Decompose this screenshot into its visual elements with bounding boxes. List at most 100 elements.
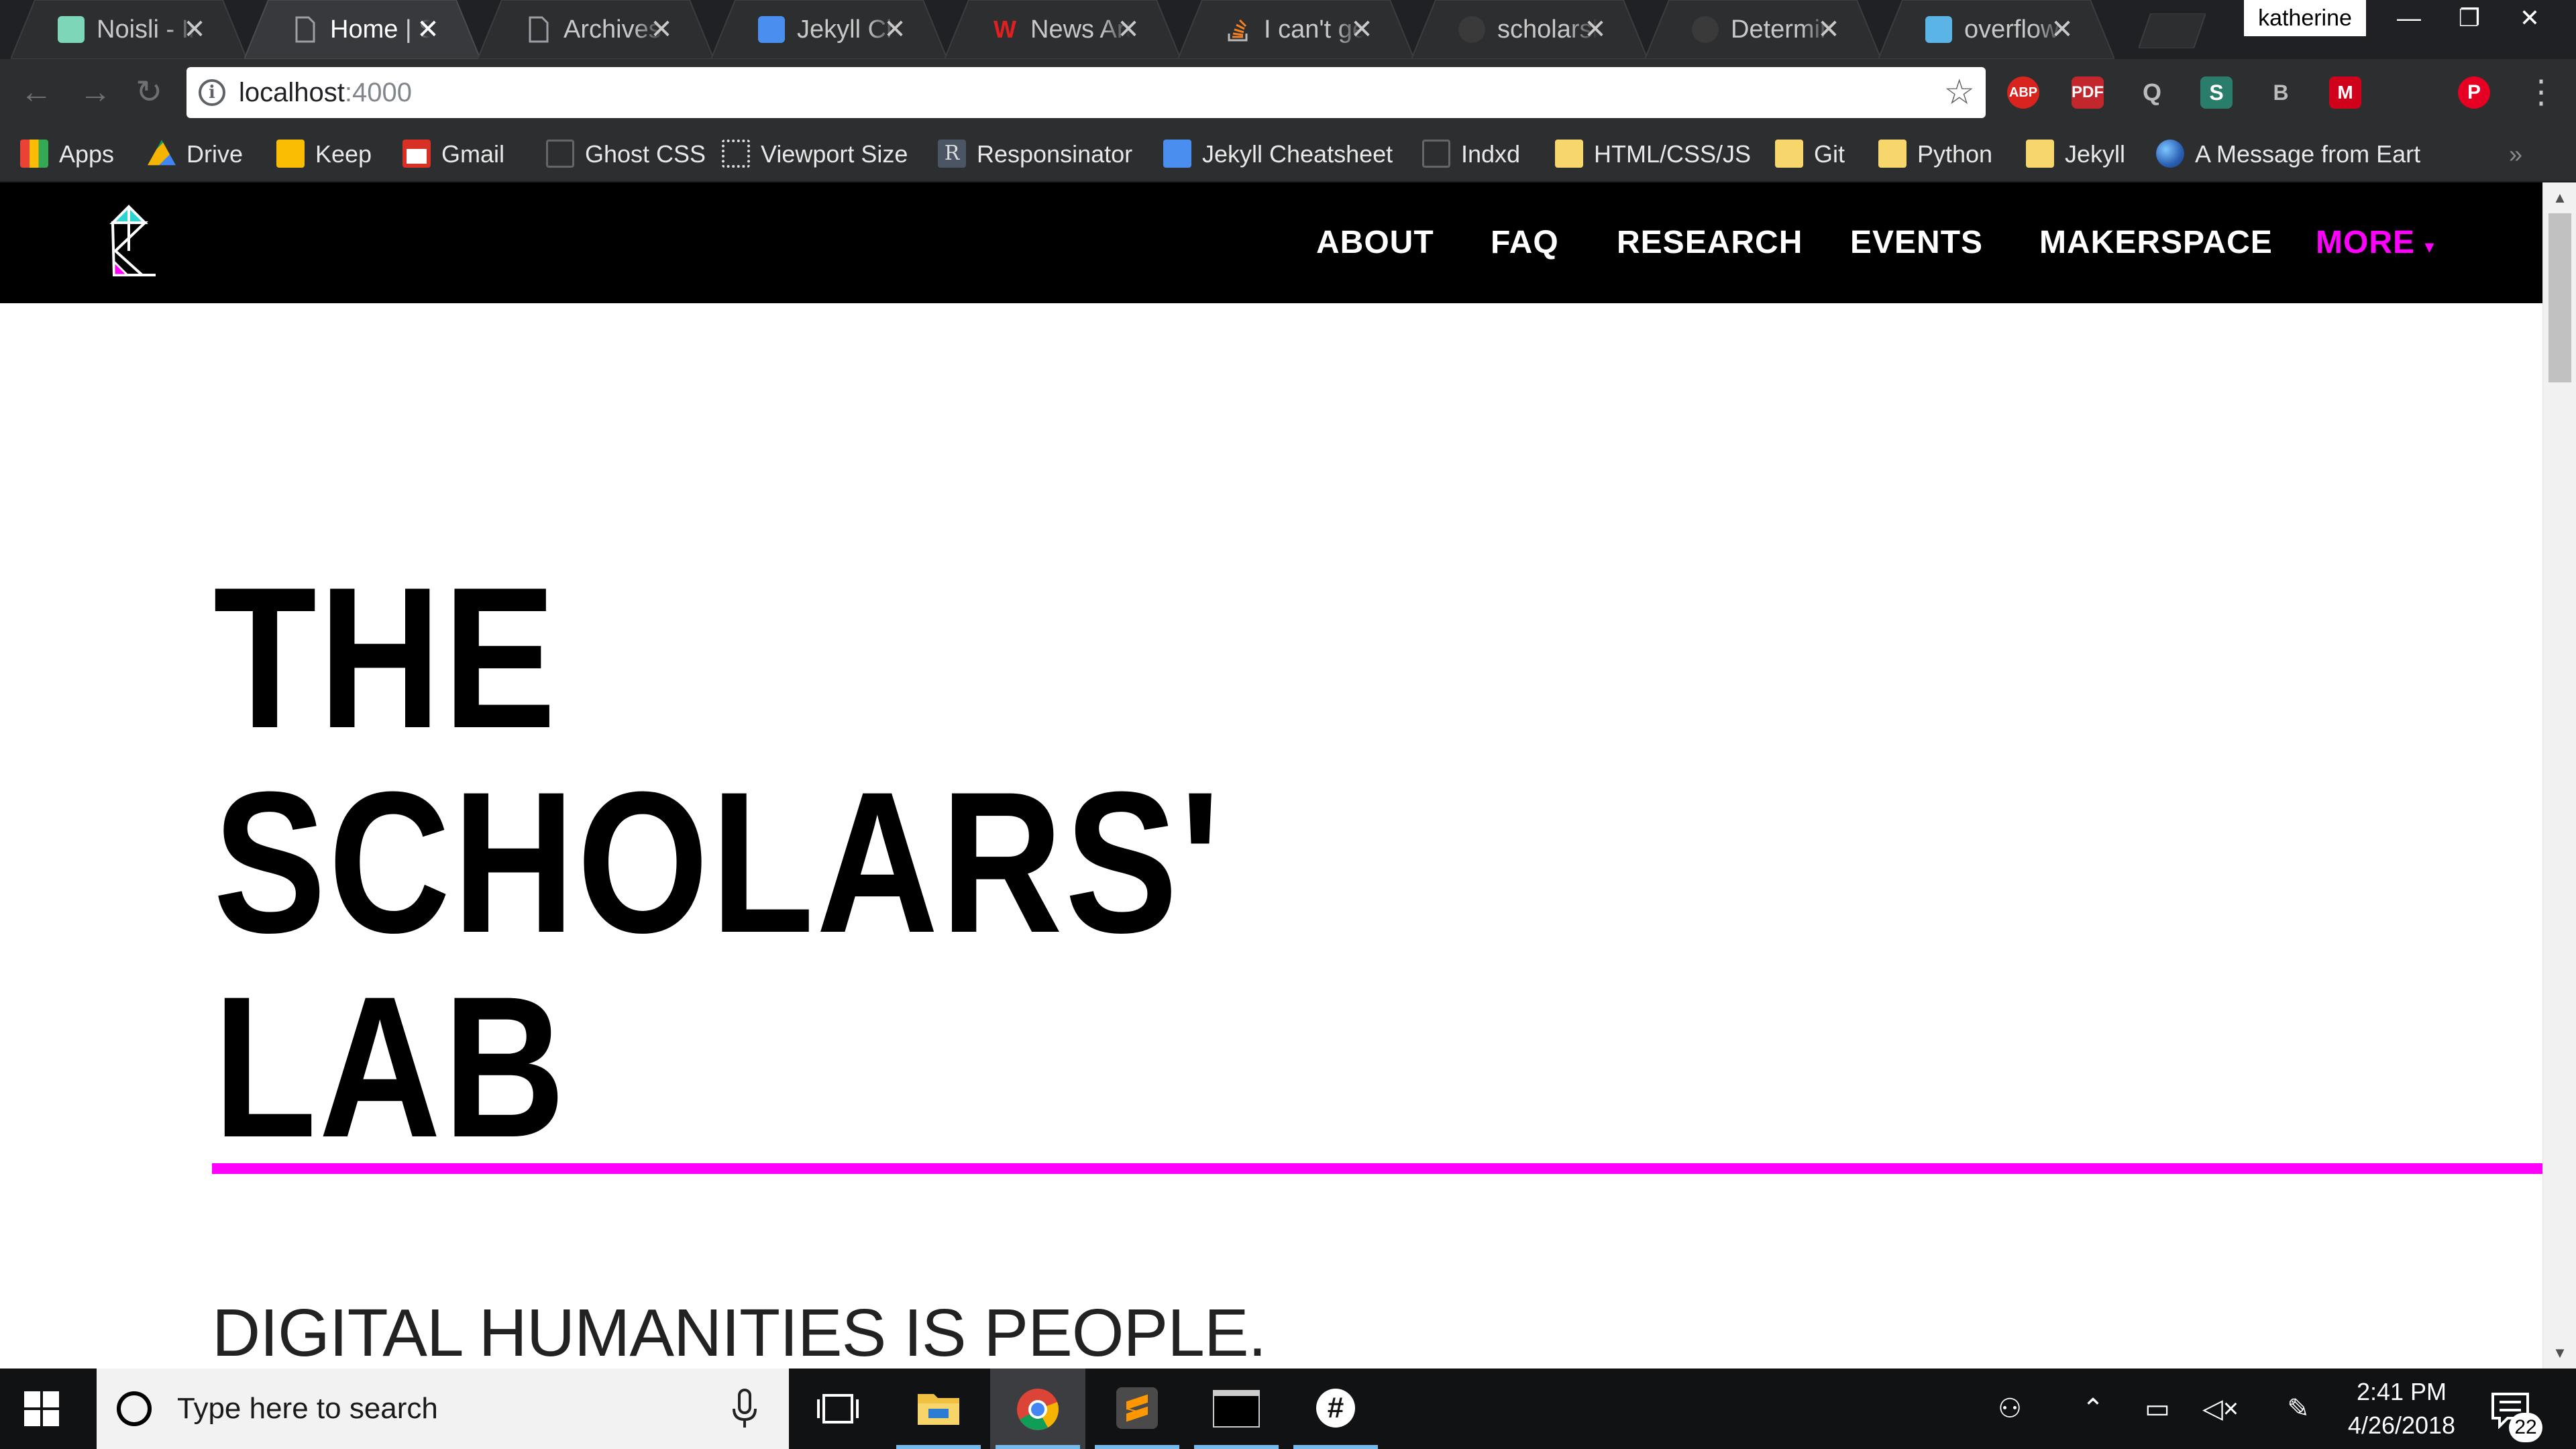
- bookmark-jekyll-cheatsheet[interactable]: Jekyll Cheatsheet: [1163, 137, 1393, 172]
- tab-jekyll-cheatsheet[interactable]: Jekyll Che ✕: [711, 0, 947, 59]
- close-icon[interactable]: ✕: [1582, 15, 1609, 44]
- bookmark-keep[interactable]: Keep: [276, 137, 372, 172]
- stylus-icon[interactable]: S: [2200, 76, 2233, 109]
- nav-more[interactable]: MORE ▾: [2316, 223, 2434, 263]
- tab-github-determine[interactable]: Determine ✕: [1645, 0, 1881, 59]
- nav-about[interactable]: ABOUT: [1316, 223, 1434, 263]
- tab-news-article[interactable]: W News Artic ✕: [945, 0, 1181, 59]
- bookmark-star-icon[interactable]: ☆: [1943, 71, 1975, 114]
- taskbar-chrome[interactable]: [990, 1368, 1085, 1449]
- new-tab-button[interactable]: [2139, 13, 2206, 48]
- running-indicator: [1095, 1445, 1179, 1449]
- browser-toolbar: ← → ↻ i localhost:4000 ☆ ABP PDF Q S B M…: [0, 59, 2576, 126]
- scroll-down-icon[interactable]: ▼: [2543, 1338, 2576, 1368]
- scroll-up-icon[interactable]: ▲: [2543, 182, 2576, 213]
- running-indicator: [1293, 1445, 1378, 1449]
- volume-muted-icon[interactable]: ◁×: [2200, 1391, 2241, 1426]
- page-icon: [1422, 140, 1450, 168]
- bookmark-apps[interactable]: Apps: [20, 137, 114, 172]
- bookmarks-bar: Apps Drive Keep Gmail Ghost CSS Viewport…: [0, 126, 2576, 182]
- whatfont-icon[interactable]: Q: [2136, 76, 2168, 109]
- address-bar[interactable]: i localhost:4000 ☆: [186, 67, 1986, 118]
- folder-icon: [1775, 140, 1803, 168]
- bookmark-folder-jekyll[interactable]: Jekyll: [2026, 137, 2125, 172]
- bookmark-label: Drive: [186, 140, 244, 168]
- profile-button[interactable]: katherine: [2244, 0, 2366, 36]
- bookmark-label: Responsinator: [977, 140, 1133, 168]
- battery-icon[interactable]: ▭: [2137, 1391, 2178, 1426]
- bookmark-drive[interactable]: Drive: [148, 137, 243, 172]
- minimize-icon[interactable]: —: [2379, 0, 2439, 36]
- slack-icon: #: [1316, 1389, 1355, 1428]
- close-icon[interactable]: ✕: [181, 15, 208, 44]
- bookmark-label: Indxd: [1461, 140, 1521, 168]
- bulb-icon[interactable]: B: [2265, 76, 2297, 109]
- people-icon[interactable]: ⚇: [1990, 1391, 2030, 1426]
- close-icon[interactable]: ✕: [1815, 15, 1842, 44]
- close-icon[interactable]: ✕: [881, 15, 908, 44]
- hero-line: LAB: [213, 954, 568, 1179]
- tab-github-scholarslab[interactable]: scholarslal ✕: [1411, 0, 1648, 59]
- back-arrow-icon[interactable]: ←: [15, 71, 58, 114]
- pinterest-icon[interactable]: P: [2458, 76, 2490, 109]
- bookmarks-overflow-button[interactable]: »: [2509, 137, 2522, 172]
- pocket-icon[interactable]: M: [2329, 76, 2361, 109]
- bookmark-viewport-size[interactable]: Viewport Size: [722, 137, 908, 172]
- sublime-text-icon: [1116, 1387, 1158, 1429]
- clock-date[interactable]: 4/26/2018: [2337, 1409, 2466, 1442]
- close-icon[interactable]: ✕: [415, 15, 441, 44]
- nav-events[interactable]: EVENTS: [1850, 223, 1983, 263]
- notification-count-badge: 22: [2509, 1413, 2542, 1442]
- chevron-down-icon: ▾: [2424, 236, 2435, 257]
- tab-home-scholars-lab[interactable]: Home | Sc ✕: [244, 0, 480, 59]
- running-indicator: [1194, 1445, 1279, 1449]
- close-icon[interactable]: ✕: [1115, 15, 1142, 44]
- bookmark-ghost-css[interactable]: Ghost CSS: [546, 137, 706, 172]
- chevron-up-icon[interactable]: ⌃: [2074, 1391, 2112, 1426]
- tab-stackoverflow[interactable]: I can't get ✕: [1178, 0, 1414, 59]
- restore-icon[interactable]: ❐: [2439, 0, 2500, 36]
- scroll-thumb[interactable]: [2548, 213, 2571, 382]
- bookmark-message-from-earth[interactable]: A Message from Eart: [2156, 137, 2438, 172]
- bookmark-label: HTML/CSS/JS: [1594, 140, 1752, 168]
- info-icon[interactable]: i: [199, 79, 225, 106]
- scholars-lab-logo[interactable]: [101, 204, 158, 283]
- nav-faq[interactable]: FAQ: [1491, 223, 1559, 263]
- taskbar-sublime-text[interactable]: [1089, 1368, 1185, 1449]
- bookmark-folder-git[interactable]: Git: [1775, 137, 1845, 172]
- bookmark-folder-python[interactable]: Python: [1878, 137, 1992, 172]
- tab-overflow[interactable]: overflow ✕: [1878, 0, 2114, 59]
- taskbar-slack[interactable]: #: [1288, 1368, 1383, 1449]
- bookmark-label: Gmail: [441, 140, 505, 168]
- close-icon[interactable]: ✕: [1348, 15, 1375, 44]
- close-window-icon[interactable]: ✕: [2500, 0, 2560, 36]
- forward-arrow-icon[interactable]: →: [74, 71, 117, 114]
- tab-archives[interactable]: Archives | ✕: [478, 0, 714, 59]
- reload-icon[interactable]: ↻: [127, 71, 170, 114]
- task-view-icon[interactable]: [817, 1393, 859, 1425]
- nav-research[interactable]: RESEARCH: [1617, 223, 1803, 263]
- taskbar-search-box[interactable]: Type here to search: [97, 1368, 789, 1449]
- menu-kebab-icon[interactable]: ⋮: [2520, 71, 2563, 114]
- close-icon[interactable]: ✕: [2049, 15, 2076, 44]
- bookmark-responsinator[interactable]: R Responsinator: [938, 137, 1132, 172]
- tab-noisli[interactable]: Noisli - Im ✕: [11, 0, 247, 59]
- bookmark-indxd[interactable]: Indxd: [1422, 137, 1520, 172]
- microphone-icon[interactable]: [731, 1389, 758, 1429]
- close-icon[interactable]: ✕: [648, 15, 675, 44]
- page-scrollbar[interactable]: ▲ ▼: [2542, 182, 2576, 1368]
- bookmark-gmail[interactable]: Gmail: [402, 137, 504, 172]
- taskbar-terminal[interactable]: [1189, 1368, 1284, 1449]
- bookmark-label: Viewport Size: [761, 140, 908, 168]
- nav-makerspace[interactable]: MAKERSPACE: [2039, 223, 2273, 263]
- windows-start-icon[interactable]: [24, 1391, 59, 1426]
- web-page: ABOUT FAQ RESEARCH EVENTS MAKERSPACE MOR…: [0, 182, 2542, 1368]
- clock-time[interactable]: 2:41 PM: [2348, 1375, 2455, 1409]
- taskbar-file-explorer[interactable]: [891, 1368, 986, 1449]
- pdf-icon[interactable]: PDF: [2072, 76, 2104, 109]
- pen-icon[interactable]: ✎: [2278, 1391, 2318, 1426]
- adblock-plus-icon[interactable]: ABP: [2007, 76, 2039, 109]
- bookmark-label: Jekyll Cheatsheet: [1202, 140, 1393, 168]
- bookmark-folder-html-css-js[interactable]: HTML/CSS/JS: [1555, 137, 1751, 172]
- url-text[interactable]: localhost:4000: [239, 75, 412, 110]
